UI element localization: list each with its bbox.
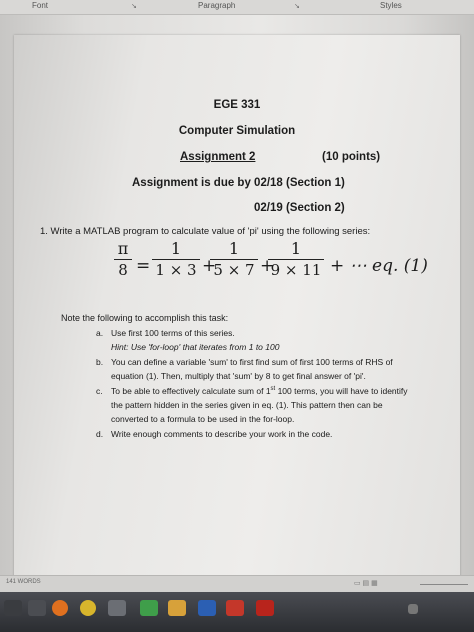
list-item: converted to a formula to be used in the…	[111, 414, 295, 424]
lhs-fraction: π 8	[114, 240, 132, 279]
list-marker: c.	[96, 386, 103, 396]
term-1-denominator: 1 × 3	[155, 261, 197, 279]
list-marker: d.	[96, 429, 104, 439]
acrobat-icon[interactable]	[256, 600, 274, 616]
term-1: 1 1 × 3	[152, 240, 200, 279]
list-marker: b.	[96, 357, 104, 367]
due-date-line: Assignment is due by 02/18 (Section 1)	[132, 177, 345, 189]
term-2: 1 5 × 7	[210, 240, 258, 279]
list-item: To be able to effectively calculate sum …	[111, 386, 408, 396]
word-count[interactable]: 141 WORDS	[6, 579, 41, 585]
zoom-slider[interactable]	[420, 584, 468, 585]
equals-sign: =	[136, 256, 151, 276]
list-item: Use first 100 terms of this series.	[111, 328, 235, 338]
powerpoint-icon[interactable]	[226, 600, 244, 616]
chrome-icon[interactable]	[80, 600, 96, 616]
word-icon[interactable]	[198, 600, 216, 616]
font-dialog-launcher-icon[interactable]: ↘	[131, 2, 137, 10]
start-icon[interactable]	[4, 600, 22, 616]
note-heading: Note the following to accomplish this ta…	[61, 313, 229, 323]
lhs-denominator: 8	[118, 261, 128, 279]
status-bar: 141 WORDS ▭ ▤ ▦	[0, 575, 474, 592]
paragraph-dialog-launcher-icon[interactable]: ↘	[294, 2, 300, 10]
due-date-line-2: 02/19 (Section 2)	[254, 202, 345, 214]
course-title: EGE 331	[213, 99, 261, 111]
series-tail: + ⋯ eq. (1)	[330, 256, 428, 276]
list-item: Write enough comments to describe your w…	[111, 429, 333, 439]
file-explorer-icon[interactable]	[168, 600, 186, 616]
firefox-icon[interactable]	[52, 600, 68, 616]
term-3: 1 9 × 11	[268, 240, 324, 279]
subject-title: Computer Simulation	[178, 125, 296, 137]
series-equation: π 8 = 1 1 × 3 + 1 5 × 7 + 1 9 × 11 + ⋯ e…	[14, 240, 460, 300]
list-item-text: To be able to effectively calculate sum …	[111, 386, 271, 396]
term-2-numerator: 1	[228, 239, 240, 258]
list-marker: a.	[96, 328, 104, 338]
ribbon: Font ↘ Paragraph ↘ Styles	[0, 0, 474, 15]
view-buttons[interactable]: ▭ ▤ ▦	[354, 579, 378, 587]
term-1-numerator: 1	[170, 239, 182, 258]
green-app-icon[interactable]	[140, 600, 158, 616]
app-icon[interactable]	[108, 600, 126, 616]
list-item-text: 100 terms, you will have to identify	[275, 386, 408, 396]
document-workspace[interactable]: EGE 331 Computer Simulation Assignment 2…	[0, 15, 474, 590]
tray-icon[interactable]	[408, 604, 418, 614]
question-1: 1. Write a MATLAB program to calculate v…	[40, 226, 371, 237]
assignment-title: Assignment 2	[180, 151, 256, 163]
document-page[interactable]: EGE 331 Computer Simulation Assignment 2…	[14, 35, 460, 590]
list-item: You can define a variable 'sum' to first…	[111, 357, 393, 367]
term-3-numerator: 1	[290, 239, 302, 258]
points-label: (10 points)	[322, 151, 381, 163]
ribbon-group-paragraph[interactable]: Paragraph	[198, 1, 235, 10]
term-3-denominator: 9 × 11	[270, 261, 322, 279]
list-item: Hint: Use 'for-loop' that iterates from …	[111, 342, 280, 352]
list-item: equation (1). Then, multiply that 'sum' …	[111, 371, 366, 381]
ribbon-group-styles[interactable]: Styles	[380, 1, 402, 10]
taskbar	[0, 592, 474, 632]
ribbon-group-font[interactable]: Font	[32, 1, 48, 10]
task-view-icon[interactable]	[28, 600, 46, 616]
list-item: the pattern hidden in the series given i…	[111, 400, 383, 410]
lhs-numerator: π	[117, 239, 129, 258]
term-2-denominator: 5 × 7	[213, 261, 255, 279]
